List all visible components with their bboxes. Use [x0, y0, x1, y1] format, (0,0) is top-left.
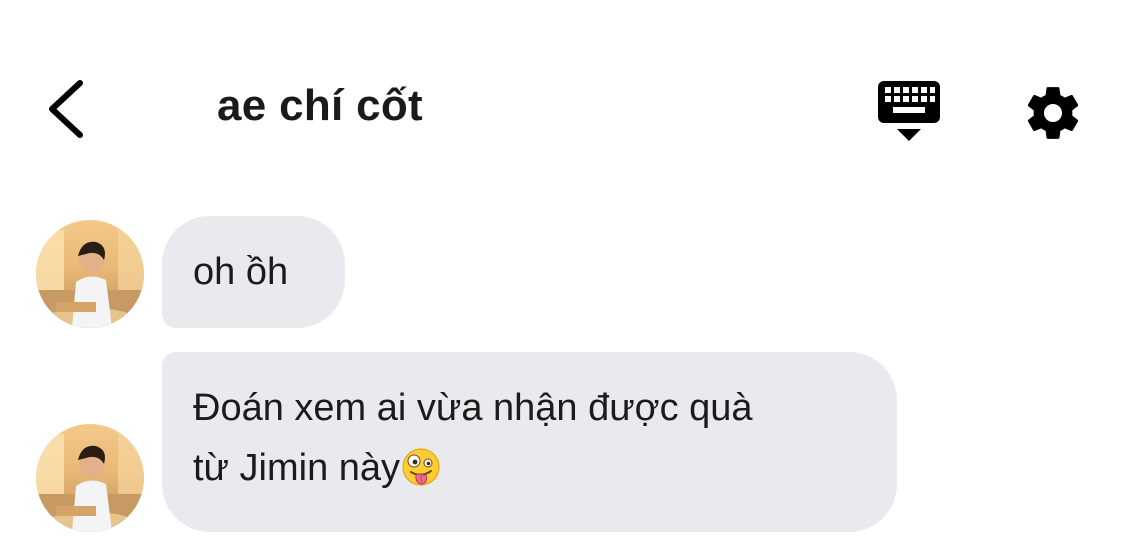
message-bubble[interactable]: Đoán xem ai vừa nhận được quà từ Jimin n…	[162, 352, 897, 532]
settings-button[interactable]	[1022, 82, 1084, 144]
keyboard-toggle-button[interactable]	[876, 79, 942, 145]
zany-face-emoji	[402, 448, 440, 486]
keyboard-hide-icon	[878, 81, 940, 141]
chevron-left-icon	[49, 80, 83, 138]
message-text-line: từ Jimin này	[193, 438, 897, 498]
avatar-photo	[36, 220, 144, 328]
back-button[interactable]	[38, 77, 98, 141]
message-row: Đoán xem ai vừa nhận được quà từ Jimin n…	[0, 352, 1125, 532]
chat-header: ae chí cốt	[0, 55, 1125, 165]
message-text: từ Jimin này	[193, 447, 401, 489]
message-text-line: Đoán xem ai vừa nhận được quà	[193, 387, 753, 429]
avatar[interactable]	[36, 220, 144, 328]
message-bubble[interactable]: oh ồh	[162, 216, 345, 328]
avatar[interactable]	[36, 424, 144, 532]
message-row: oh ồh	[0, 216, 1125, 328]
gear-icon	[1027, 87, 1079, 139]
chat-title[interactable]: ae chí cốt	[217, 81, 423, 131]
avatar-photo	[36, 424, 144, 532]
message-text: oh ồh	[193, 251, 289, 293]
